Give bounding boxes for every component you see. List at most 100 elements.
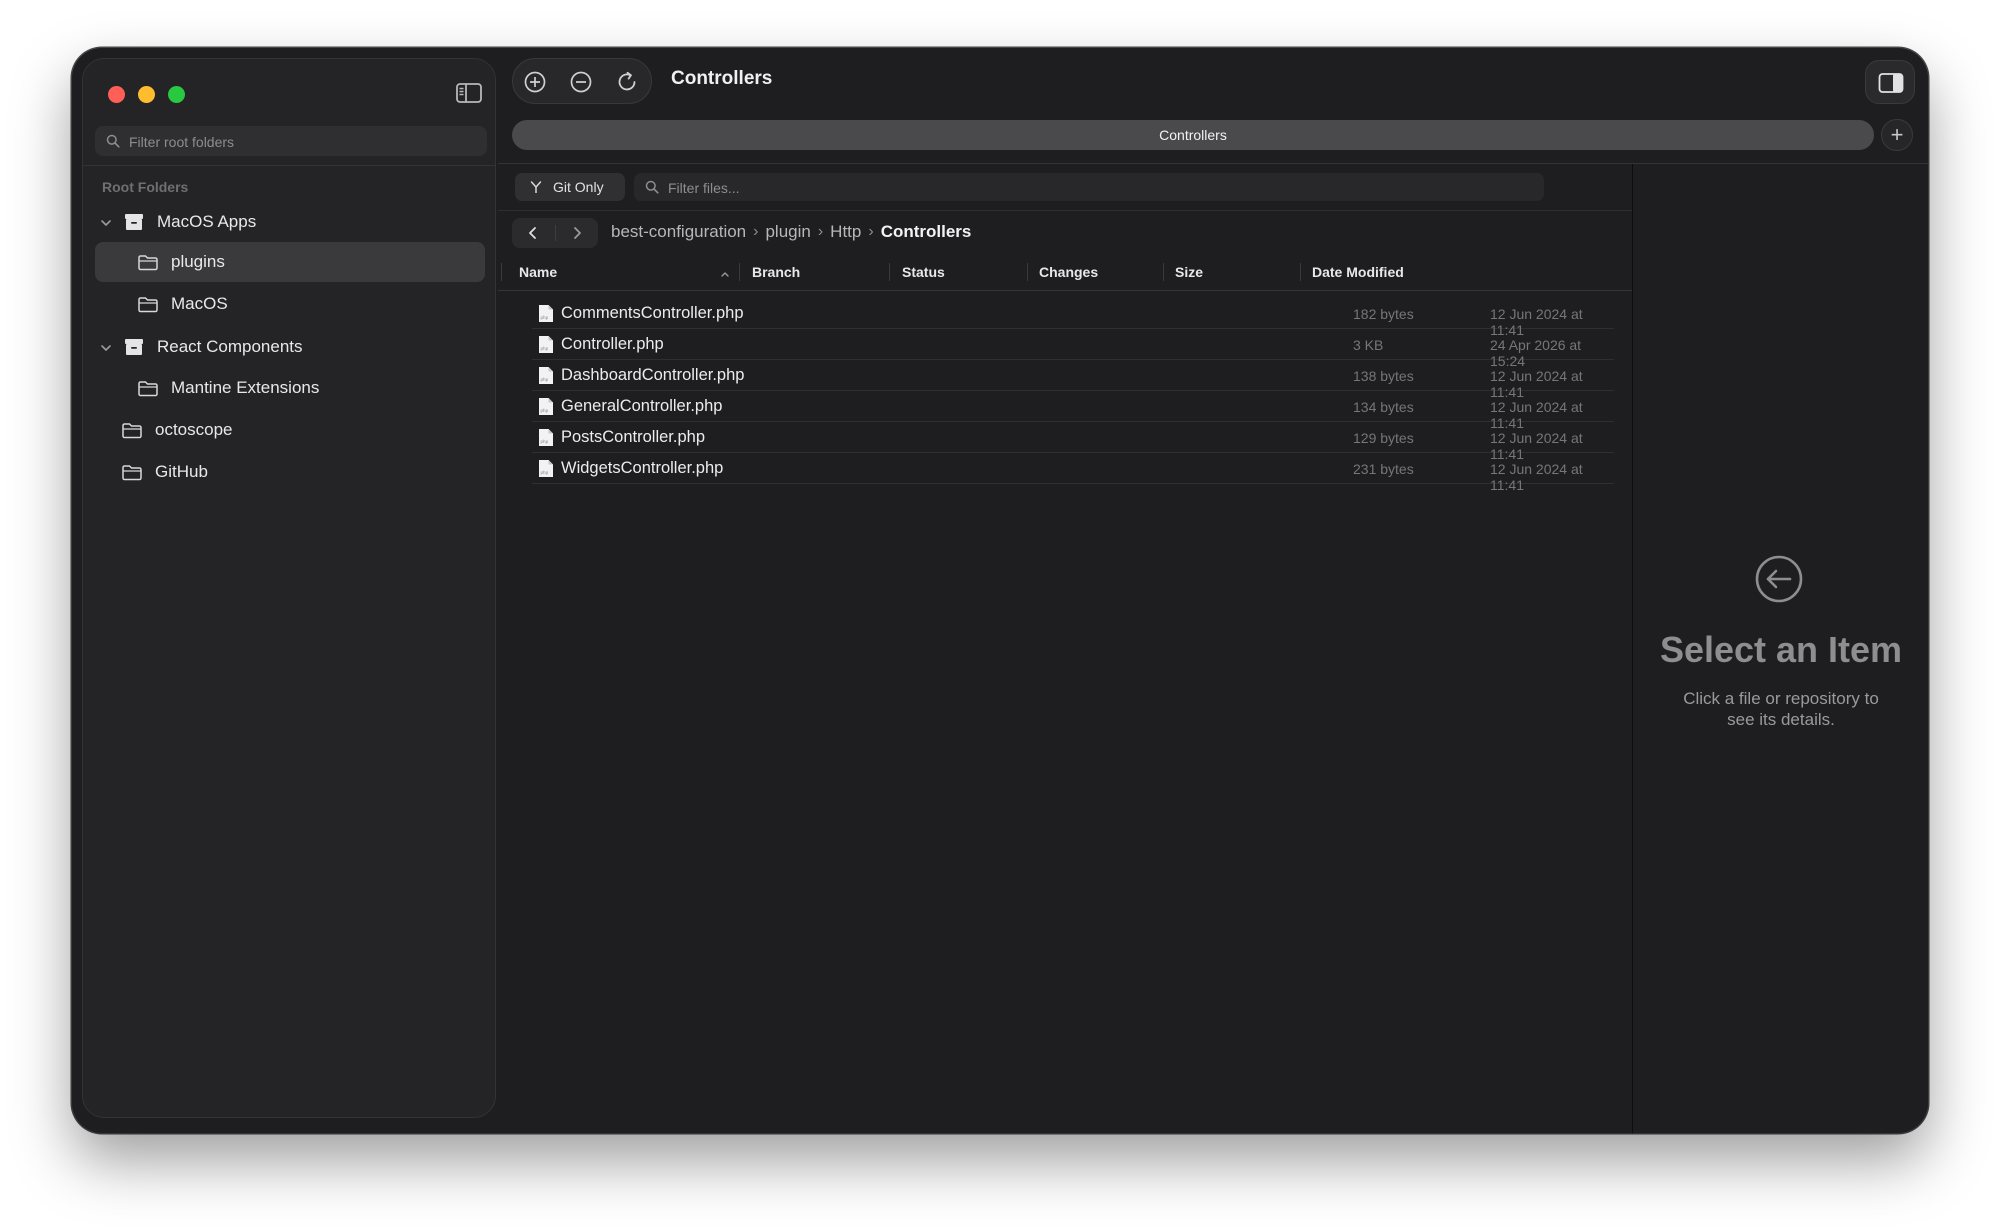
git-branch-icon bbox=[529, 180, 543, 194]
column-header-date-modified[interactable]: Date Modified bbox=[1312, 254, 1404, 290]
sidebar-item-octoscope[interactable]: octoscope bbox=[95, 410, 485, 450]
forward-chevron-icon[interactable] bbox=[569, 225, 585, 241]
search-icon bbox=[645, 180, 659, 194]
file-name: WidgetsController.php bbox=[561, 459, 724, 477]
file-size: 129 bytes bbox=[1353, 430, 1414, 446]
svg-text:php: php bbox=[541, 408, 549, 413]
file-size: 138 bytes bbox=[1353, 368, 1414, 384]
svg-text:php: php bbox=[541, 346, 549, 351]
breadcrumb-separator-icon: › bbox=[817, 223, 824, 240]
php-file-icon: php bbox=[538, 428, 554, 447]
svg-text:php: php bbox=[541, 470, 549, 475]
sidebar-item-plugins[interactable]: plugins bbox=[95, 242, 485, 282]
chevron-down-icon[interactable] bbox=[99, 340, 113, 354]
inspector-description: Click a file or repository to see its de… bbox=[1683, 689, 1879, 729]
sidebar-item-label: React Components bbox=[157, 337, 303, 356]
table-row[interactable]: php CommentsController.php 182 bytes 12 … bbox=[532, 298, 1614, 338]
sidebar-item-label: plugins bbox=[171, 252, 225, 271]
refresh-icon[interactable] bbox=[615, 70, 639, 94]
sidebar-item-macos-apps[interactable]: MacOS Apps bbox=[99, 202, 489, 242]
git-only-label: Git Only bbox=[553, 179, 604, 195]
folder-icon bbox=[121, 462, 143, 482]
file-name: Controller.php bbox=[561, 335, 664, 353]
column-divider bbox=[1300, 263, 1301, 281]
zoom-in-icon[interactable] bbox=[523, 70, 547, 94]
breadcrumb-item[interactable]: plugin bbox=[765, 222, 810, 242]
zoom-out-icon[interactable] bbox=[569, 70, 593, 94]
add-tab-button[interactable]: + bbox=[1881, 119, 1913, 151]
files-search[interactable] bbox=[634, 173, 1544, 203]
column-header-changes[interactable]: Changes bbox=[1039, 254, 1098, 290]
table-row[interactable]: php WidgetsController.php 231 bytes 12 J… bbox=[532, 453, 1614, 493]
folder-icon bbox=[137, 252, 159, 272]
svg-text:php: php bbox=[541, 377, 549, 382]
file-size: 231 bytes bbox=[1353, 461, 1414, 477]
window-title: Controllers bbox=[671, 68, 773, 89]
breadcrumb-separator-icon: › bbox=[868, 223, 874, 240]
git-only-toggle[interactable]: Git Only bbox=[515, 173, 625, 201]
tab-label: Controllers bbox=[1159, 127, 1227, 143]
folder-icon bbox=[121, 420, 143, 440]
php-file-icon: php bbox=[538, 459, 554, 478]
sidebar-toggle-icon[interactable] bbox=[455, 81, 483, 105]
path-navigation bbox=[512, 218, 598, 248]
file-size: 3 KB bbox=[1353, 337, 1384, 353]
root-folders-heading: Root Folders bbox=[102, 179, 189, 195]
inspector-panel: Select an Item Click a file or repositor… bbox=[1632, 164, 1928, 1133]
file-size: 134 bytes bbox=[1353, 399, 1414, 415]
sidebar-item-github[interactable]: GitHub bbox=[95, 452, 485, 492]
breadcrumb: best-configuration › plugin › Http › Con… bbox=[611, 222, 971, 242]
svg-text:php: php bbox=[541, 439, 549, 444]
column-header-size[interactable]: Size bbox=[1175, 254, 1203, 290]
inspector-toggle-button[interactable] bbox=[1865, 60, 1915, 104]
tab-controllers[interactable]: Controllers bbox=[512, 120, 1874, 150]
minimize-window-button[interactable] bbox=[138, 86, 155, 103]
svg-text:php: php bbox=[541, 315, 549, 320]
path-nav-separator bbox=[555, 225, 556, 241]
root-folder-search[interactable] bbox=[95, 126, 487, 158]
column-divider bbox=[1163, 263, 1164, 281]
php-file-icon: php bbox=[538, 304, 554, 323]
table-row[interactable]: php GeneralController.php 134 bytes 12 J… bbox=[532, 391, 1614, 431]
archive-box-icon bbox=[123, 212, 145, 232]
column-header-branch[interactable]: Branch bbox=[752, 254, 800, 290]
search-icon bbox=[106, 134, 120, 148]
back-chevron-icon[interactable] bbox=[525, 225, 541, 241]
file-name: PostsController.php bbox=[561, 428, 705, 446]
zoom-window-button[interactable] bbox=[168, 86, 185, 103]
sidebar-item-mantine-extensions[interactable]: Mantine Extensions bbox=[95, 368, 485, 408]
column-divider bbox=[501, 263, 502, 281]
sidebar-item-macos[interactable]: MacOS bbox=[95, 284, 485, 324]
sidebar: Root Folders MacOS Apps plugins M bbox=[82, 58, 496, 1118]
column-header-status[interactable]: Status bbox=[902, 254, 945, 290]
column-divider bbox=[889, 263, 890, 281]
files-toolbar: Git Only bbox=[498, 164, 1632, 210]
table-row[interactable]: php DashboardController.php 138 bytes 12… bbox=[532, 360, 1614, 400]
sidebar-item-react-components[interactable]: React Components bbox=[99, 327, 489, 367]
root-folder-search-input[interactable] bbox=[127, 126, 471, 158]
app-window: Root Folders MacOS Apps plugins M bbox=[72, 48, 1928, 1133]
php-file-icon: php bbox=[538, 335, 554, 354]
file-table-header: Name Branch Status Changes Size Date Mod… bbox=[498, 254, 1632, 290]
breadcrumb-item[interactable]: Http bbox=[830, 222, 861, 242]
column-divider bbox=[1027, 263, 1028, 281]
close-window-button[interactable] bbox=[108, 86, 125, 103]
table-row[interactable]: php PostsController.php 129 bytes 12 Jun… bbox=[532, 422, 1614, 462]
files-search-input[interactable] bbox=[666, 173, 1530, 203]
php-file-icon: php bbox=[538, 366, 554, 385]
table-row[interactable]: php Controller.php 3 KB 24 Apr 2026 at 1… bbox=[532, 329, 1614, 369]
file-date-modified: 12 Jun 2024 at 11:41 bbox=[1490, 461, 1583, 493]
column-header-name[interactable]: Name bbox=[519, 254, 557, 290]
sidebar-divider bbox=[83, 165, 495, 166]
file-size: 182 bytes bbox=[1353, 306, 1414, 322]
inspector-title: Select an Item bbox=[1659, 629, 1903, 670]
chevron-down-icon[interactable] bbox=[99, 215, 113, 229]
php-file-icon: php bbox=[538, 397, 554, 416]
file-name: GeneralController.php bbox=[561, 397, 723, 415]
breadcrumb-item[interactable]: best-configuration bbox=[611, 222, 746, 242]
folder-icon bbox=[137, 294, 159, 314]
sort-ascending-icon[interactable] bbox=[720, 266, 730, 284]
inspector-panel-icon bbox=[1878, 72, 1904, 99]
column-divider bbox=[739, 263, 740, 281]
file-name: DashboardController.php bbox=[561, 366, 745, 384]
